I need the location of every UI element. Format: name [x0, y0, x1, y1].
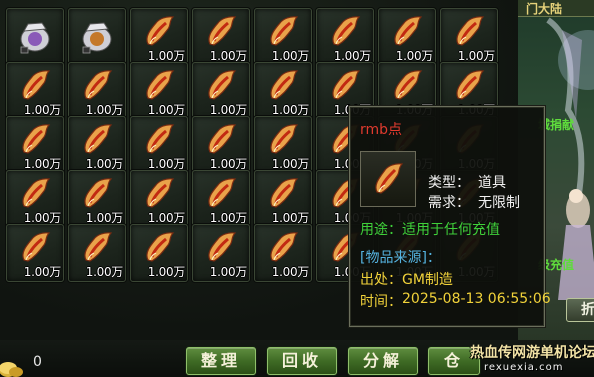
- inventory-slot[interactable]: 1.00万: [68, 116, 126, 174]
- inventory-slot[interactable]: 1.00万: [192, 170, 250, 228]
- tooltip-use-value: 适用于任何充值: [402, 222, 500, 238]
- inventory-slot[interactable]: 1.00万: [254, 170, 312, 228]
- inventory-slot[interactable]: 1.00万: [6, 62, 64, 120]
- red-paper-scroll-icon: [208, 16, 237, 46]
- game-screen: 门大陆 城捐献 级充值 折 1.00万 1.00万 1.00万 1.00万 1.00万 1…: [0, 0, 594, 377]
- red-paper-scroll-icon: [270, 232, 299, 262]
- inventory-slot[interactable]: 1.00万: [130, 62, 188, 120]
- inventory-slot[interactable]: 1.00万: [6, 224, 64, 282]
- tooltip-origin-value: GM制造: [402, 272, 453, 288]
- red-paper-scroll-icon: [332, 16, 361, 46]
- tooltip-origin-label: 出处：: [360, 272, 402, 288]
- inventory-slot[interactable]: 1.00万: [68, 62, 126, 120]
- scene-side-button[interactable]: 折: [566, 298, 594, 322]
- tooltip-item-name: rmb点: [360, 122, 403, 138]
- inventory-slot[interactable]: 1.00万: [192, 62, 250, 120]
- inventory-slot[interactable]: 1.00万: [68, 224, 126, 282]
- decompose-button[interactable]: 分解: [348, 347, 418, 375]
- item-quantity: 1.00万: [209, 265, 248, 279]
- inventory-slot[interactable]: 1.00万: [254, 116, 312, 174]
- red-paper-scroll-icon: [208, 232, 237, 262]
- item-quantity: 1.00万: [147, 265, 186, 279]
- inventory-slot[interactable]: 1.00万: [440, 8, 498, 66]
- red-paper-scroll-icon: [84, 70, 113, 100]
- inventory-slot[interactable]: 1.00万: [192, 8, 250, 66]
- tooltip-requirement-value: 无限制: [478, 195, 520, 211]
- red-paper-scroll-icon: [456, 16, 485, 46]
- red-paper-scroll-icon: [146, 178, 175, 208]
- tooltip-use-label: 用途：: [360, 222, 402, 238]
- red-paper-scroll-icon: [84, 124, 113, 154]
- tooltip-time-value: 2025-08-13 06:55:06: [402, 291, 551, 307]
- red-paper-scroll-icon: [208, 124, 237, 154]
- inventory-slot[interactable]: 1.00万: [130, 8, 188, 66]
- inventory-slot[interactable]: 1.00万: [316, 8, 374, 66]
- red-paper-scroll-icon: [208, 70, 237, 100]
- tooltip-type-label: 类型：: [428, 175, 470, 191]
- watermark-url: rexuexia.com: [484, 362, 564, 373]
- red-paper-scroll-icon: [146, 232, 175, 262]
- red-paper-scroll-icon: [375, 163, 404, 194]
- item-tooltip: rmb点 类型： 道具 需求： 无限制 用途： 适用于任何充值 [物品来源]： …: [349, 106, 551, 327]
- item-quantity: 1.00万: [23, 265, 62, 279]
- inventory-slot[interactable]: 1.00万: [6, 170, 64, 228]
- inventory-slot[interactable]: 1.00万: [6, 116, 64, 174]
- item-quantity: 1.00万: [271, 265, 310, 279]
- red-paper-scroll-icon: [332, 70, 361, 100]
- inventory-slot[interactable]: 1.00万: [130, 224, 188, 282]
- site-watermark: 热血传网游单机论坛 rexuexia.com: [470, 340, 594, 377]
- recycle-button[interactable]: 回收: [267, 347, 337, 375]
- red-paper-scroll-icon: [22, 70, 51, 100]
- item-quantity: 1.00万: [85, 265, 124, 279]
- red-paper-scroll-icon: [270, 16, 299, 46]
- red-paper-scroll-icon: [270, 178, 299, 208]
- red-paper-scroll-icon: [456, 70, 485, 100]
- inventory-slot[interactable]: 1.00万: [130, 170, 188, 228]
- inventory-slot[interactable]: 1.00万: [254, 8, 312, 66]
- red-paper-scroll-icon: [270, 124, 299, 154]
- inventory-slot[interactable]: 1.00万: [68, 170, 126, 228]
- red-paper-scroll-icon: [22, 232, 51, 262]
- tooltip-item-icon-frame: [360, 151, 416, 207]
- inventory-slot[interactable]: 1.00万: [192, 224, 250, 282]
- tooltip-type-value: 道具: [478, 175, 506, 191]
- red-paper-scroll-icon: [22, 178, 51, 208]
- gold-coin-icon: [0, 362, 23, 377]
- tooltip-source-title: [物品来源]：: [360, 250, 441, 266]
- red-paper-scroll-icon: [84, 232, 113, 262]
- inventory-slot[interactable]: 1.00万: [192, 116, 250, 174]
- red-paper-scroll-icon: [146, 70, 175, 100]
- red-paper-scroll-icon: [22, 124, 51, 154]
- red-paper-scroll-icon: [270, 70, 299, 100]
- inventory-slot[interactable]: 1.00万: [378, 8, 436, 66]
- item-bag-icon: [20, 22, 50, 54]
- inventory-slot[interactable]: 1.00万: [254, 62, 312, 120]
- gold-amount: 0: [33, 354, 42, 370]
- red-paper-scroll-icon: [146, 124, 175, 154]
- red-paper-scroll-icon: [84, 178, 113, 208]
- red-paper-scroll-icon: [394, 70, 423, 100]
- sort-button[interactable]: 整理: [186, 347, 256, 375]
- item-bag-icon: [82, 22, 112, 54]
- red-paper-scroll-icon: [208, 178, 237, 208]
- inventory-slot[interactable]: 1.00万: [254, 224, 312, 282]
- red-paper-scroll-icon: [394, 16, 423, 46]
- inventory-slot[interactable]: [6, 8, 64, 66]
- tooltip-time-label: 时间：: [360, 294, 402, 310]
- red-paper-scroll-icon: [146, 16, 175, 46]
- inventory-slot[interactable]: [68, 8, 126, 66]
- watermark-title: 热血传网游单机论坛: [470, 345, 594, 361]
- tooltip-requirement-label: 需求：: [428, 195, 470, 211]
- inventory-slot[interactable]: 1.00万: [130, 116, 188, 174]
